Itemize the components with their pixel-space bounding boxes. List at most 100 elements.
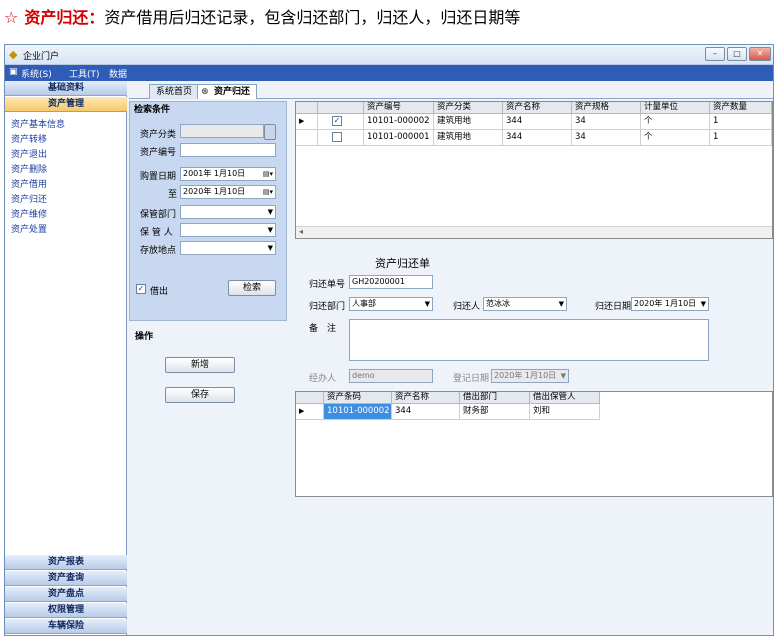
row-pointer-icon: ▶: [299, 407, 305, 415]
grid-check-header: [318, 102, 364, 114]
nav-header-asset-mgmt[interactable]: 资产管理: [5, 97, 127, 112]
horizontal-scrollbar[interactable]: ◂: [296, 226, 772, 238]
table-row-indicator: ▶: [296, 114, 318, 130]
add-button[interactable]: 新增: [165, 357, 235, 373]
grid-row-indicator-header: [296, 102, 318, 114]
table-row-indicator: ▶: [296, 404, 324, 420]
menu-system[interactable]: 系统(S): [21, 67, 52, 80]
calendar-dropdown-icon[interactable]: ▤▾: [263, 168, 273, 180]
app-icon: ◆: [9, 48, 18, 61]
table-cell[interactable]: 10101-000002: [364, 114, 434, 130]
table-cell[interactable]: 34: [572, 114, 641, 130]
tab-home[interactable]: 系统首页: [149, 84, 200, 99]
table-cell[interactable]: 1: [710, 130, 772, 146]
nav-item-asset-return[interactable]: 资产归还: [11, 192, 47, 205]
date-from-picker[interactable]: 2001年 1月10日 ▤▾: [180, 167, 276, 181]
date-to-picker[interactable]: 2020年 1月10日 ▤▾: [180, 185, 276, 199]
col-quantity[interactable]: 资产数量: [710, 102, 772, 114]
table-cell[interactable]: 10101-000001: [364, 130, 434, 146]
col-borrow-keeper[interactable]: 借出保管人: [530, 392, 600, 404]
chevron-down-icon: ▼: [267, 226, 273, 234]
category-picker-button[interactable]: [264, 124, 276, 140]
dept-label: 保管部门: [140, 210, 177, 220]
app-window: ◆ 企业门户 – □ ✕ ▣ 系统(S) 工具(T) 数据 基础资料 资产管理 …: [4, 44, 774, 636]
table-cell[interactable]: 个: [641, 130, 710, 146]
remark-textarea[interactable]: [349, 319, 709, 361]
table-cell[interactable]: 财务部: [460, 404, 530, 420]
menu-tools[interactable]: 工具(T): [69, 67, 100, 80]
chevron-down-icon: ▼: [267, 208, 273, 216]
chevron-down-icon: ▼: [560, 372, 566, 380]
nav-item-asset-exit[interactable]: 资产退出: [11, 147, 47, 160]
col-asset-name[interactable]: 资产名称: [392, 392, 460, 404]
col-asset-barcode[interactable]: 资产条码: [324, 392, 392, 404]
nav-item-asset-transfer[interactable]: 资产转移: [11, 132, 47, 145]
nav-header-asset-inventory[interactable]: 资产盘点: [5, 587, 127, 602]
location-select[interactable]: ▼: [180, 241, 276, 255]
col-asset-spec[interactable]: 资产规格: [572, 102, 641, 114]
dept-select[interactable]: ▼: [180, 205, 276, 219]
window-title: 企业门户: [23, 52, 60, 62]
nav-header-asset-report[interactable]: 资产报表: [5, 555, 127, 570]
col-borrow-dept[interactable]: 借出部门: [460, 392, 530, 404]
table-cell[interactable]: 1: [710, 114, 772, 130]
location-label: 存放地点: [140, 246, 177, 256]
nav-header-basic[interactable]: 基础资料: [5, 81, 127, 96]
return-date-value: 2020年 1月10日: [634, 299, 697, 308]
table-cell[interactable]: 344: [392, 404, 460, 420]
search-panel-header: 检索条件: [134, 105, 171, 115]
return-number-field[interactable]: GH20200001: [349, 275, 433, 289]
close-button[interactable]: ✕: [749, 47, 771, 61]
nav-header-permissions[interactable]: 权限管理: [5, 603, 127, 618]
nav-header-asset-query[interactable]: 资产查询: [5, 571, 127, 586]
nav-item-asset-repair[interactable]: 资产维修: [11, 207, 47, 220]
table-cell[interactable]: 34: [572, 130, 641, 146]
chevron-down-icon[interactable]: ▼: [701, 298, 706, 310]
col-asset-name[interactable]: 资产名称: [503, 102, 572, 114]
keeper-select[interactable]: ▼: [180, 223, 276, 237]
return-person-value: 范冰冰: [486, 299, 510, 308]
table-row-check-cell: ✓: [318, 114, 364, 130]
reg-date-picker: 2020年 1月10日 ▼: [491, 369, 569, 383]
minimize-button[interactable]: –: [705, 47, 725, 61]
borrow-checkbox[interactable]: ✓: [136, 284, 146, 294]
table-cell[interactable]: 344: [503, 114, 572, 130]
caption: ☆ 资产归还：资产借用后归还记录，包含归还部门，归还人，归还日期等: [4, 4, 520, 28]
col-asset-category[interactable]: 资产分类: [434, 102, 503, 114]
return-number-label: 归还单号: [309, 280, 346, 290]
return-dept-select[interactable]: 人事部 ▼: [349, 297, 433, 311]
scroll-left-icon[interactable]: ◂: [299, 227, 303, 236]
table-cell-selected[interactable]: 10101-000002: [324, 404, 392, 420]
search-button[interactable]: 检索: [228, 280, 276, 296]
col-asset-code[interactable]: 资产编号: [364, 102, 434, 114]
to-label: 至: [168, 190, 178, 200]
form-title: 资产归还单: [375, 257, 430, 270]
maximize-button[interactable]: □: [727, 47, 747, 61]
row-checkbox[interactable]: ✓: [332, 116, 342, 126]
nav-item-asset-borrow[interactable]: 资产借用: [11, 177, 47, 190]
row-checkbox[interactable]: [332, 132, 342, 142]
nav-item-asset-disposal[interactable]: 资产处置: [11, 222, 47, 235]
table-cell[interactable]: 刘和: [530, 404, 600, 420]
menu-data[interactable]: 数据: [109, 67, 127, 80]
tab-asset-return[interactable]: ⊗ 资产归还: [197, 84, 258, 99]
table-cell[interactable]: 建筑用地: [434, 130, 503, 146]
table-cell[interactable]: 344: [503, 130, 572, 146]
table-cell[interactable]: 建筑用地: [434, 114, 503, 130]
calendar-dropdown-icon[interactable]: ▤▾: [263, 186, 273, 198]
tab-bar: 系统首页 ⊗ 资产归还: [129, 81, 773, 99]
nav-item-asset-delete[interactable]: 资产删除: [11, 162, 47, 175]
return-date-picker[interactable]: 2020年 1月10日 ▼: [631, 297, 709, 311]
caption-description: 资产借用后归还记录，包含归还部门，归还人，归还日期等: [104, 8, 521, 27]
nav-item-asset-info[interactable]: 资产基本信息: [11, 117, 65, 130]
table-cell[interactable]: 个: [641, 114, 710, 130]
save-button[interactable]: 保存: [165, 387, 235, 403]
nav-header-vehicle-insurance[interactable]: 车辆保险: [5, 619, 127, 634]
date-from-value: 2001年 1月10日: [183, 169, 246, 178]
chevron-down-icon: ▼: [558, 300, 564, 308]
code-input[interactable]: [180, 143, 276, 157]
search-panel: 检索条件 资产分类 资产编号 购置日期 2001年 1月10日 ▤▾ 至 202…: [129, 101, 287, 321]
return-person-select[interactable]: 范冰冰 ▼: [483, 297, 567, 311]
col-unit[interactable]: 计量单位: [641, 102, 710, 114]
close-tab-icon[interactable]: ⊗: [201, 85, 209, 99]
